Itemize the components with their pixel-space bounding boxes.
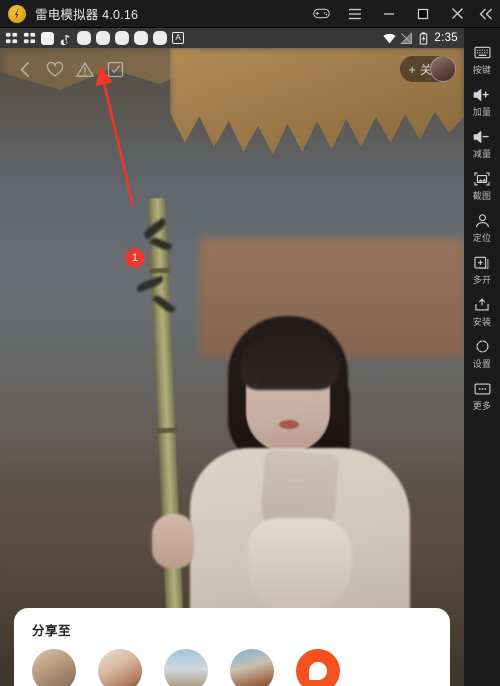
person-ruffle [248,518,352,614]
close-icon[interactable] [440,0,474,28]
status-system-icons: 2:35 [383,31,464,45]
edit-checkbox-icon[interactable] [100,54,130,84]
person-eye [258,378,273,385]
app-icon [77,31,91,45]
sidebar-item-volume-down[interactable]: 减量 [464,124,500,163]
collapse-icon[interactable] [474,0,498,28]
share-qq-item[interactable] [296,649,340,686]
install-apk-icon [474,296,490,313]
wifi-icon [383,33,396,43]
contact-avatar-4 [230,649,274,686]
warning-triangle-icon[interactable] [70,54,100,84]
person-necklace [286,472,306,481]
contact-avatar-1 [32,649,76,686]
sidebar-item-location[interactable]: 定位 [464,208,500,247]
emulator-sidebar: 按键 加量 减量 截图 定位 多开 安装 设置 更多 [464,28,500,686]
share-contact-item[interactable] [164,649,208,686]
ime-letter-icon: A [172,32,184,44]
ldplayer-logo-icon [8,4,26,23]
battery-charging-icon [420,31,428,45]
person-bangs [240,334,340,390]
person-lips [279,420,299,429]
tiktok-note-icon [60,34,70,45]
notification-app-icon [5,32,18,43]
sidebar-label: 安装 [472,317,492,327]
sidebar-label: 减量 [472,149,492,159]
keyboard-icon [474,44,491,61]
sidebar-label: 按键 [472,65,492,75]
sidebar-item-volume-up[interactable]: 加量 [464,82,500,121]
video-photo-background [0,48,464,686]
author-avatar[interactable] [430,56,456,82]
location-icon [474,212,491,229]
sidebar-label: 设置 [472,359,492,369]
window-controls [304,0,500,28]
settings-icon [475,338,490,355]
contact-avatar-3 [164,649,208,686]
share-sheet: 分享至 [14,608,450,686]
share-contact-item[interactable] [230,649,274,686]
app-top-toolbar: + 关注 [0,48,464,90]
person-hand [152,514,194,568]
sidebar-item-install[interactable]: 安装 [464,292,500,331]
share-contacts-row [14,639,450,686]
contact-avatar-2 [98,649,142,686]
app-icon [134,31,148,45]
menu-icon[interactable] [338,0,372,28]
sidebar-item-multi-instance[interactable]: 多开 [464,250,500,289]
minimize-icon[interactable] [372,0,406,28]
volume-down-icon [473,128,491,145]
sidebar-label: 截图 [472,191,492,201]
maximize-icon[interactable] [406,0,440,28]
sidebar-item-more[interactable]: 更多 [464,376,500,415]
follow-plus-icon: + [408,61,416,77]
sidebar-item-keys[interactable]: 按键 [464,40,500,79]
sidebar-label: 加量 [472,107,492,117]
sidebar-label: 多开 [472,275,492,285]
android-status-bar: A 2:35 [0,28,464,48]
app-icon [153,31,167,45]
sidebar-label: 更多 [472,401,492,411]
sidebar-item-screenshot[interactable]: 截图 [464,166,500,205]
sidebar-item-settings[interactable]: 设置 [464,334,500,373]
notification-app-icon [23,32,36,43]
multi-window-icon [474,254,490,271]
back-arrow-icon[interactable] [10,54,40,84]
status-notification-icons: A [0,31,184,45]
app-icon [115,31,129,45]
screenshot-icon [474,170,490,187]
qq-share-icon [296,649,340,686]
volume-up-icon [473,86,491,103]
phone-screen: + 关注 1 分享至 [0,48,464,686]
status-clock: 2:35 [434,32,458,44]
heart-icon[interactable] [40,54,70,84]
share-contact-item[interactable] [32,649,76,686]
window-title: 雷电模拟器 4.0.16 [35,8,139,22]
more-icon [474,380,491,397]
app-icon [96,31,110,45]
share-sheet-title: 分享至 [32,624,72,638]
notification-square-icon [41,31,54,45]
share-contact-item[interactable] [98,649,142,686]
sidebar-label: 定位 [472,233,492,243]
gamepad-icon[interactable] [304,0,338,28]
emulator-window: 雷电模拟器 4.0.16 A 2:35 + 1 分享至 按键 加量 减量 截图 … [0,0,500,686]
person-eye [296,378,311,385]
title-bar: 雷电模拟器 4.0.16 [0,0,500,28]
signal-icon [400,31,413,44]
